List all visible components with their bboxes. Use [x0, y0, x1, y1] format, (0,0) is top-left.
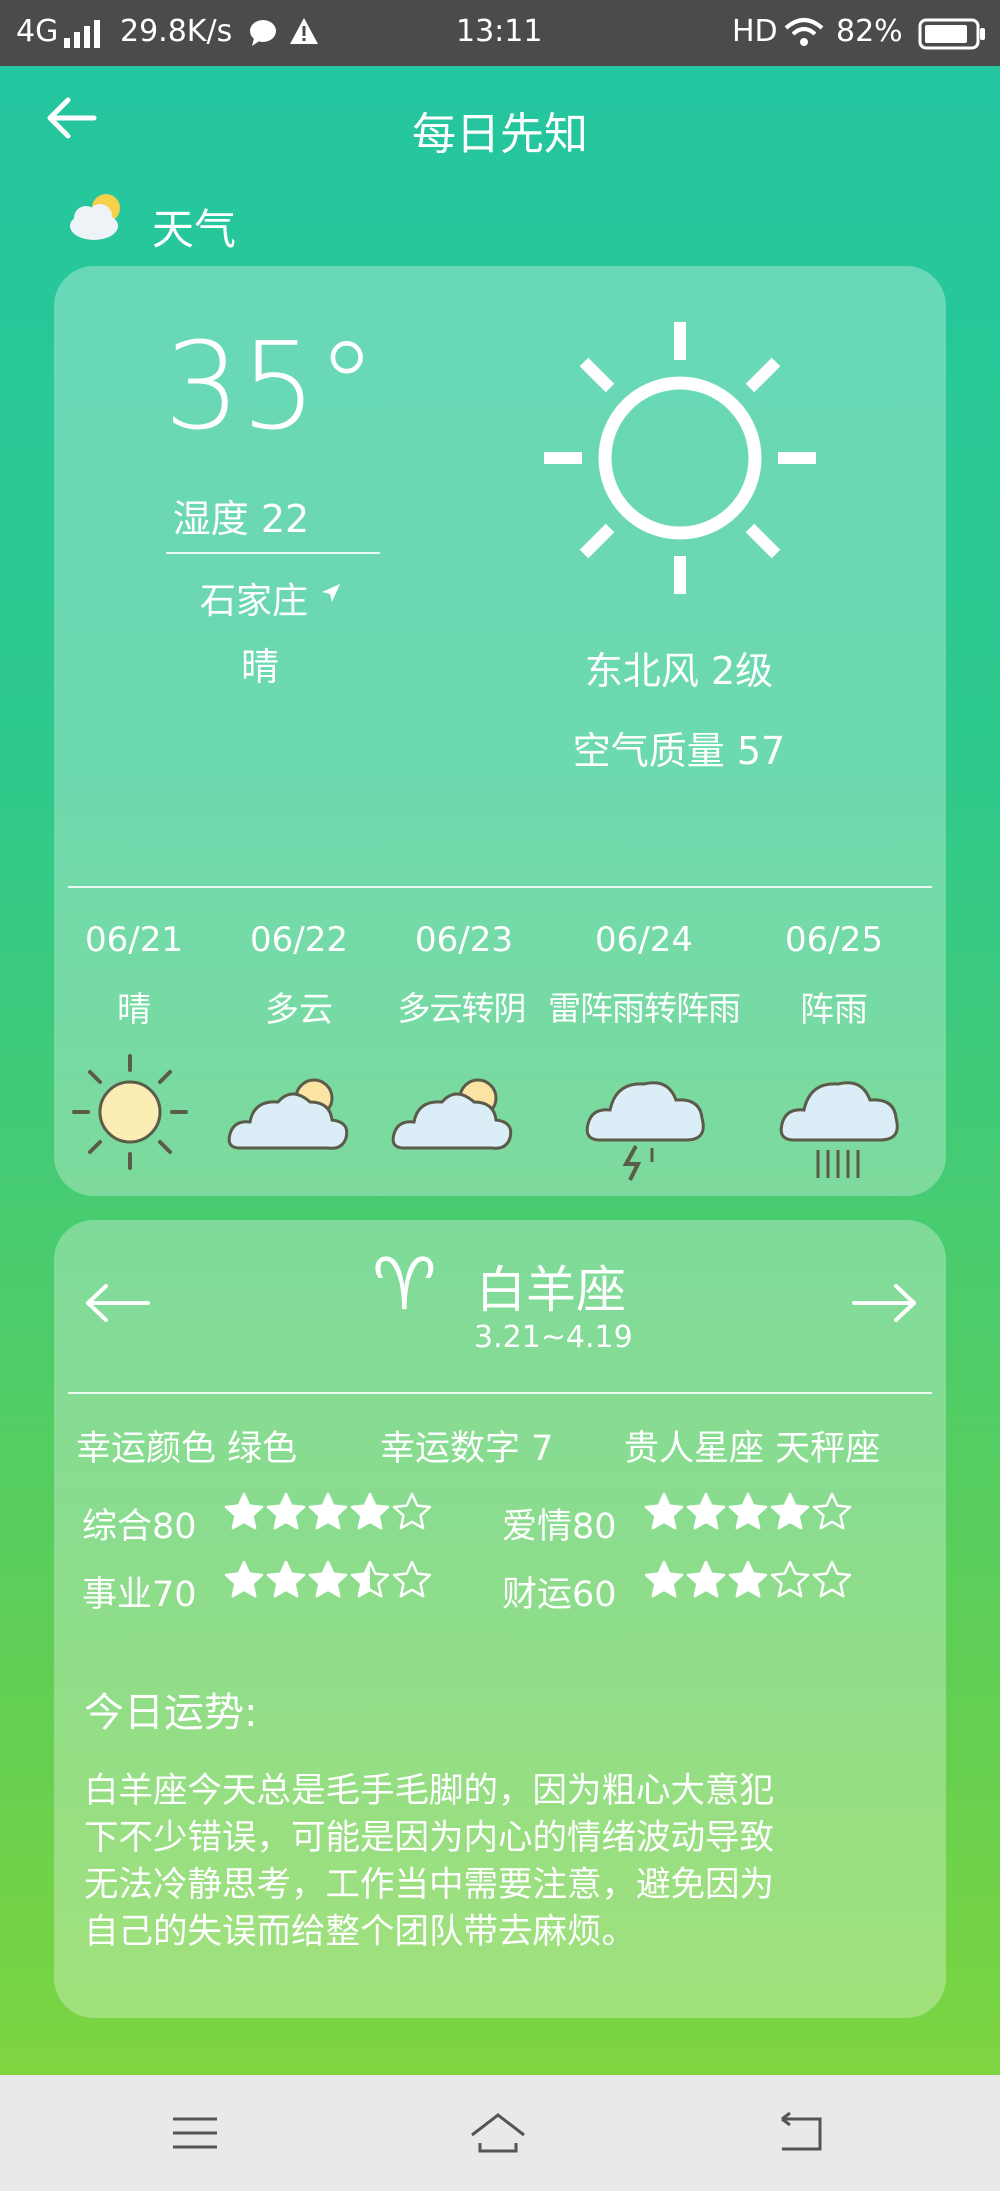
forecast-desc-2: 多云 — [265, 990, 333, 1030]
wifi-icon — [784, 18, 824, 46]
fortune-text: 白羊座今天总是毛手毛脚的，因为粗心大意犯 下不少错误，可能是因为内心的情绪波动导… — [84, 1768, 774, 1956]
network-speed: 29.8K/s — [120, 14, 233, 49]
forecast-date-2: 06/22 — [250, 920, 348, 960]
rating-label-career: 事业70 — [82, 1575, 197, 1615]
aries-icon: ♈ — [372, 1242, 437, 1326]
signal-icon — [64, 20, 100, 48]
forecast-desc-5: 阵雨 — [800, 990, 868, 1030]
star-icon — [308, 1560, 348, 1598]
star-icon — [770, 1492, 810, 1530]
menu-icon[interactable] — [165, 2105, 225, 2161]
lucky-number: 幸运数字 7 — [380, 1429, 554, 1469]
battery-icon — [918, 18, 985, 50]
system-nav-bar — [0, 2075, 1000, 2191]
battery-percent: 82% — [836, 14, 903, 49]
star-icon — [266, 1560, 306, 1598]
rating-label-wealth: 财运60 — [502, 1575, 617, 1615]
weather-card: 35° 湿度 22 石家庄 晴 东北风 2级 空气质量 57 06/21 晴 0… — [54, 266, 946, 1196]
rating-stars-career — [224, 1558, 434, 1608]
fortune-line: 白羊座今天总是毛手毛脚的，因为粗心大意犯 — [84, 1771, 774, 1811]
clock: 13:11 — [456, 14, 543, 49]
prev-sign-arrow-icon[interactable] — [84, 1280, 152, 1326]
partly-cloudy-forecast-icon — [227, 1078, 349, 1150]
rating-stars-overall — [224, 1490, 434, 1540]
status-bar: 4G 29.8K/s 13:11 HD 82% — [0, 0, 1000, 66]
star-icon — [644, 1492, 684, 1530]
home-icon[interactable] — [468, 2105, 528, 2161]
star-icon — [308, 1492, 348, 1530]
fortune-line: 自己的失误而给整个团队带去麻烦。 — [84, 1912, 636, 1952]
hd-indicator: HD — [732, 14, 778, 49]
star-icon — [392, 1492, 432, 1530]
star-icon — [686, 1492, 726, 1530]
sun-icon — [544, 322, 816, 594]
warning-icon — [290, 18, 318, 44]
forecast-date-4: 06/24 — [595, 920, 693, 960]
star-icon — [224, 1492, 264, 1530]
temperature: 35° — [164, 318, 377, 457]
forecast-desc-1: 晴 — [117, 990, 151, 1030]
sign-dates: 3.21~4.19 — [474, 1320, 633, 1355]
star-icon — [350, 1560, 390, 1598]
location-arrow-icon — [322, 584, 340, 602]
star-icon — [686, 1560, 726, 1598]
forecast-desc-3: 多云转阴 — [397, 989, 527, 1028]
star-icon — [224, 1560, 264, 1598]
rating-label-love: 爱情80 — [502, 1507, 617, 1547]
star-icon — [266, 1492, 306, 1530]
partly-cloudy-forecast-icon-2 — [391, 1078, 513, 1150]
horoscope-card: ♈ 白羊座 3.21~4.19 幸运颜色 绿色 幸运数字 7 贵人星座 天秤座 … — [54, 1220, 946, 2018]
star-icon — [350, 1492, 390, 1530]
star-icon — [812, 1560, 852, 1598]
city[interactable]: 石家庄 — [200, 572, 308, 624]
forecast-date-5: 06/25 — [785, 920, 883, 960]
next-sign-arrow-icon[interactable] — [850, 1280, 918, 1326]
rating-label-overall: 综合80 — [82, 1507, 197, 1547]
star-icon — [728, 1492, 768, 1530]
air-quality: 空气质量 57 — [572, 729, 786, 773]
network-type: 4G — [16, 14, 59, 49]
star-rating-svg — [644, 1560, 852, 1598]
star-rating-svg — [644, 1492, 852, 1530]
rating-stars-love — [644, 1490, 854, 1540]
humidity: 湿度 22 — [172, 497, 310, 541]
star-icon — [770, 1560, 810, 1598]
star-icon — [812, 1492, 852, 1530]
fortune-line: 无法冷静思考，工作当中需要注意，避免因为 — [84, 1865, 774, 1905]
wind: 东北风 2级 — [584, 649, 774, 693]
back-nav-icon[interactable] — [772, 2105, 832, 2161]
forecast-desc-4: 雷阵雨转阵雨 — [548, 989, 741, 1028]
shower-icon — [779, 1081, 899, 1178]
sunny-icon — [72, 1054, 188, 1170]
partly-cloudy-icon — [70, 194, 120, 240]
page-title: 每日先知 — [412, 109, 588, 160]
thunderstorm-icon — [585, 1081, 705, 1181]
condition: 晴 — [240, 645, 279, 689]
section-title: 天气 — [152, 205, 237, 254]
noble-sign: 贵人星座 天秤座 — [624, 1429, 881, 1469]
fortune-title: 今日运势: — [84, 1690, 258, 1736]
fortune-line: 下不少错误，可能是因为内心的情绪波动导致 — [84, 1818, 774, 1858]
star-icon — [728, 1560, 768, 1598]
lucky-color: 幸运颜色 绿色 — [76, 1429, 298, 1469]
message-icon — [250, 20, 276, 46]
star-icon — [392, 1560, 432, 1598]
sign-name: 白羊座 — [476, 1261, 626, 1319]
forecast-date-3: 06/23 — [415, 920, 513, 960]
star-rating-svg — [224, 1560, 432, 1598]
star-rating-svg — [224, 1492, 432, 1530]
forecast-date-1: 06/21 — [85, 920, 183, 960]
rating-stars-wealth — [644, 1558, 854, 1608]
star-icon — [644, 1560, 684, 1598]
